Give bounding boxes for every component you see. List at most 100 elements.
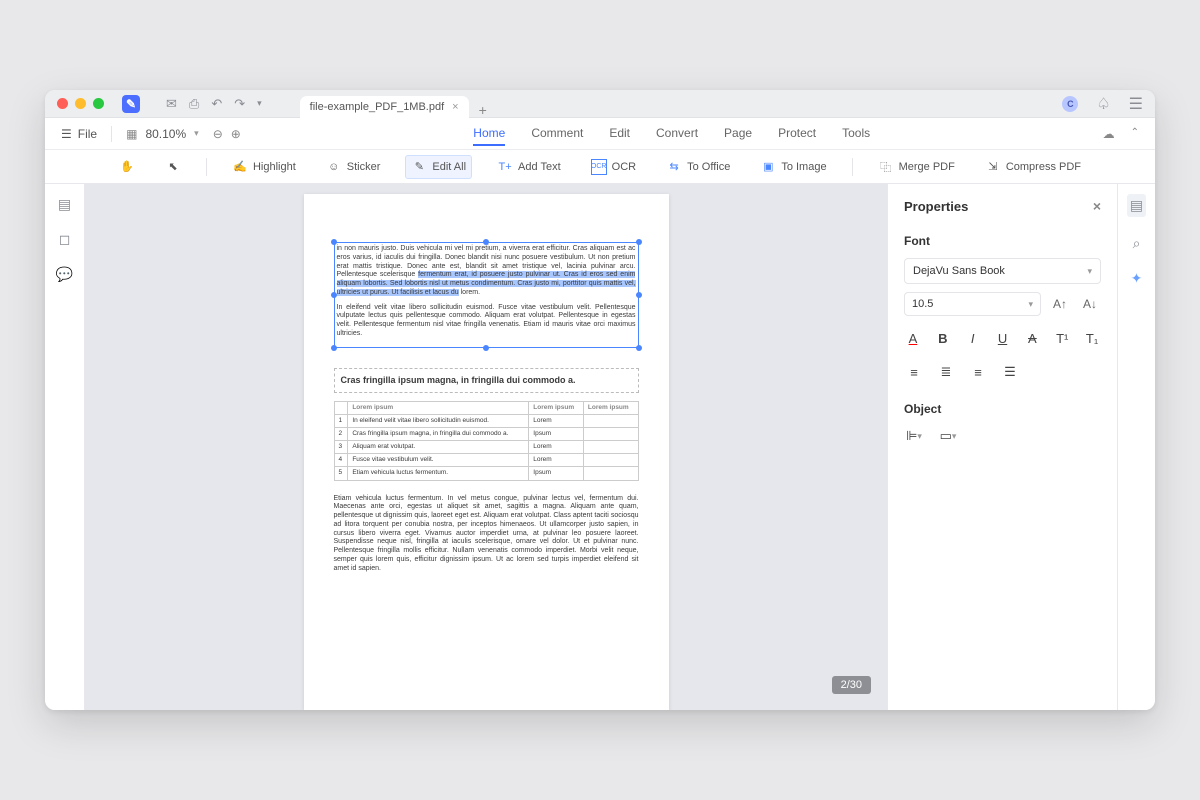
merge-icon: ⿻ bbox=[878, 159, 894, 175]
font-size-select[interactable]: 10.5 ▾ bbox=[904, 292, 1041, 316]
compress-icon: ⇲ bbox=[985, 159, 1001, 175]
bold-icon[interactable]: B bbox=[934, 328, 952, 348]
zoom-out-icon[interactable]: ⊖ bbox=[213, 127, 223, 141]
edit-icon: ✎ bbox=[411, 159, 427, 175]
superscript-icon[interactable]: T¹ bbox=[1053, 328, 1071, 348]
search-icon[interactable]: ⌕ bbox=[1133, 235, 1141, 252]
align-justify-icon[interactable]: ☰ bbox=[1000, 362, 1020, 382]
nav-tab-protect[interactable]: Protect bbox=[778, 122, 816, 146]
zoom-value[interactable]: 80.10% bbox=[145, 127, 186, 141]
ocr-icon: OCR bbox=[591, 159, 607, 175]
ocr-tool[interactable]: OCROCR bbox=[586, 156, 641, 178]
properties-panel: Properties × Font DejaVu Sans Book ▾ 10.… bbox=[887, 184, 1117, 710]
bookmark-icon[interactable]: ◻ bbox=[59, 231, 71, 248]
redo-icon[interactable]: ↷ bbox=[234, 96, 245, 112]
menu-icon: ☰ bbox=[61, 127, 72, 141]
more-icon[interactable]: ▾ bbox=[257, 98, 262, 109]
hand-tool[interactable]: ✋ bbox=[114, 156, 140, 178]
zoom-dropdown-icon[interactable]: ▾ bbox=[194, 128, 199, 139]
increase-font-icon[interactable]: A↑ bbox=[1049, 293, 1071, 315]
thumbnails-icon[interactable]: ▤ bbox=[58, 196, 71, 213]
font-family-select[interactable]: DejaVu Sans Book ▾ bbox=[904, 258, 1101, 284]
nav-tab-page[interactable]: Page bbox=[724, 122, 752, 146]
resize-handle[interactable] bbox=[483, 345, 489, 351]
table-row: 1In eleifend velit vitae libero sollicit… bbox=[334, 414, 638, 427]
table-row: 3Aliquam erat volutpat.Lorem bbox=[334, 441, 638, 454]
nav-tab-convert[interactable]: Convert bbox=[656, 122, 698, 146]
comments-icon[interactable]: 💬 bbox=[56, 266, 73, 283]
collapse-icon[interactable]: ⌃ bbox=[1131, 127, 1139, 141]
new-tab-button[interactable]: + bbox=[479, 102, 487, 118]
resize-handle[interactable] bbox=[331, 345, 337, 351]
hand-icon: ✋ bbox=[119, 159, 135, 175]
underline-icon[interactable]: U bbox=[994, 328, 1012, 348]
properties-toggle-icon[interactable]: ▤ bbox=[1127, 194, 1146, 217]
resize-handle[interactable] bbox=[331, 292, 337, 298]
object-section-label: Object bbox=[904, 402, 1101, 416]
add-text-tool[interactable]: T+Add Text bbox=[492, 156, 566, 178]
compress-tool[interactable]: ⇲Compress PDF bbox=[980, 156, 1086, 178]
document-table: Lorem ipsumLorem ipsumLorem ipsum 1In el… bbox=[334, 401, 639, 481]
traffic-minimize[interactable] bbox=[75, 98, 86, 109]
sticker-tool[interactable]: ☺Sticker bbox=[321, 156, 386, 178]
mail-icon[interactable]: ✉ bbox=[166, 96, 177, 112]
object-align-icon[interactable]: ⊫ ▾ bbox=[904, 426, 924, 446]
resize-handle[interactable] bbox=[483, 239, 489, 245]
nav-tab-home[interactable]: Home bbox=[473, 122, 505, 146]
object-arrange-icon[interactable]: ▭ ▾ bbox=[938, 426, 958, 446]
align-center-icon[interactable]: ≣ bbox=[936, 362, 956, 382]
file-label: File bbox=[78, 127, 97, 141]
table-header: Lorem ipsum bbox=[348, 401, 529, 414]
file-menu-button[interactable]: ☰ File bbox=[61, 127, 97, 141]
selected-text-block[interactable]: in non mauris justo. Duis vehicula mi ve… bbox=[334, 242, 639, 348]
close-tab-icon[interactable]: × bbox=[452, 101, 458, 113]
nav-tab-comment[interactable]: Comment bbox=[531, 122, 583, 146]
to-image-tool[interactable]: ▣To Image bbox=[755, 156, 831, 178]
user-avatar[interactable]: C bbox=[1062, 96, 1078, 112]
select-tool[interactable]: ⬉ bbox=[160, 156, 186, 178]
document-canvas[interactable]: in non mauris justo. Duis vehicula mi ve… bbox=[85, 184, 887, 710]
highlight-tool[interactable]: ✍Highlight bbox=[227, 156, 301, 178]
left-sidebar: ▤ ◻ 💬 bbox=[45, 184, 85, 710]
close-panel-icon[interactable]: × bbox=[1093, 198, 1101, 214]
subscript-icon[interactable]: T₁ bbox=[1083, 328, 1101, 348]
action-toolbar: ✋ ⬉ ✍Highlight ☺Sticker ✎Edit All T+Add … bbox=[45, 150, 1155, 184]
print-icon[interactable]: ⎙ bbox=[189, 96, 199, 112]
decrease-font-icon[interactable]: A↓ bbox=[1079, 293, 1101, 315]
cloud-icon[interactable]: ☁ bbox=[1103, 127, 1115, 141]
resize-handle[interactable] bbox=[636, 239, 642, 245]
to-image-icon: ▣ bbox=[760, 159, 776, 175]
font-color-icon[interactable]: A bbox=[904, 328, 922, 348]
highlight-icon: ✍ bbox=[232, 159, 248, 175]
nav-tab-tools[interactable]: Tools bbox=[842, 122, 870, 146]
document-tab[interactable]: file-example_PDF_1MB.pdf × bbox=[300, 96, 469, 118]
resize-handle[interactable] bbox=[636, 292, 642, 298]
table-row: 2Cras fringilla ipsum magna, in fringill… bbox=[334, 428, 638, 441]
traffic-maximize[interactable] bbox=[93, 98, 104, 109]
edit-all-tool[interactable]: ✎Edit All bbox=[405, 155, 472, 179]
align-right-icon[interactable]: ≡ bbox=[968, 362, 988, 382]
merge-tool[interactable]: ⿻Merge PDF bbox=[873, 156, 960, 178]
ai-sparkle-icon[interactable]: ✦ bbox=[1131, 270, 1143, 287]
table-row: 5Etiam vehicula luctus fermentum.Ipsum bbox=[334, 467, 638, 480]
font-section-label: Font bbox=[904, 234, 1101, 248]
main-navbar: ☰ File ▦ 80.10% ▾ ⊖ ⊕ Home Comment Edit Con… bbox=[45, 118, 1155, 150]
traffic-close[interactable] bbox=[57, 98, 68, 109]
zoom-in-icon[interactable]: ⊕ bbox=[231, 127, 241, 141]
document-heading[interactable]: Cras fringilla ipsum magna, in fringilla… bbox=[334, 368, 639, 393]
strikethrough-icon[interactable]: A bbox=[1023, 328, 1041, 348]
resize-handle[interactable] bbox=[331, 239, 337, 245]
notification-icon[interactable]: ♤ bbox=[1096, 94, 1110, 114]
page-indicator[interactable]: 2/30 bbox=[832, 676, 871, 694]
paragraph-text: Etiam vehicula luctus fermentum. In vel … bbox=[334, 495, 639, 574]
align-left-icon[interactable]: ≡ bbox=[904, 362, 924, 382]
hamburger-menu-icon[interactable]: ☰ bbox=[1129, 94, 1143, 114]
to-office-tool[interactable]: ⇆To Office bbox=[661, 156, 735, 178]
page-view-icon[interactable]: ▦ bbox=[126, 127, 137, 141]
resize-handle[interactable] bbox=[636, 345, 642, 351]
paragraph-text: In eleifend velit vitae libero sollicitu… bbox=[337, 304, 636, 339]
nav-tab-edit[interactable]: Edit bbox=[609, 122, 630, 146]
undo-icon[interactable]: ↶ bbox=[211, 96, 222, 112]
italic-icon[interactable]: I bbox=[964, 328, 982, 348]
tab-title: file-example_PDF_1MB.pdf bbox=[310, 101, 445, 113]
